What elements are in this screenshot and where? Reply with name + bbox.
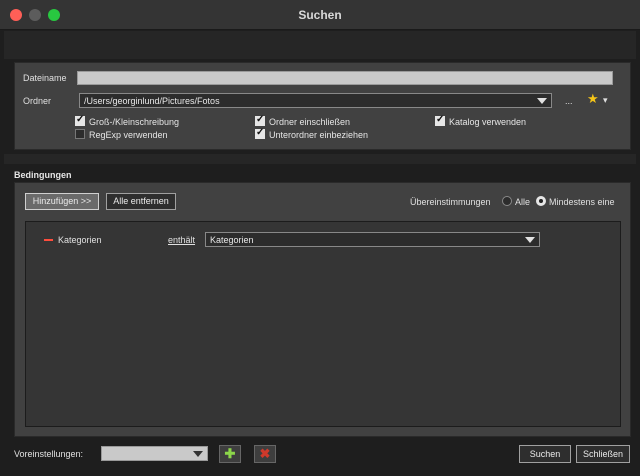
- match-label: Übereinstimmungen: [410, 197, 491, 207]
- case-sensitive-checkbox[interactable]: [75, 114, 85, 126]
- folder-select-value: /Users/georginlund/Pictures/Fotos: [84, 96, 220, 106]
- remove-all-button[interactable]: Alle entfernen: [106, 193, 176, 210]
- folder-select[interactable]: /Users/georginlund/Pictures/Fotos: [79, 93, 552, 108]
- folder-label: Ordner: [23, 96, 52, 106]
- presets-label: Voreinstellungen:: [14, 449, 84, 459]
- presets-select[interactable]: [101, 446, 208, 461]
- include-subfolders-checkbox[interactable]: [255, 127, 265, 139]
- condition-operator[interactable]: enthält: [168, 235, 195, 245]
- include-folders-label: Ordner einschließen: [269, 117, 351, 127]
- chevron-down-icon: [537, 98, 547, 104]
- window-title: Suchen: [298, 8, 342, 22]
- plus-icon: ✚: [224, 446, 236, 461]
- filename-input[interactable]: [77, 71, 613, 85]
- conditions-panel: Hinzufügen >> Alle entfernen Übereinstim…: [14, 182, 631, 437]
- toolbar-area: [4, 31, 636, 59]
- divider: [4, 154, 636, 164]
- close-button[interactable]: Schließen: [576, 445, 630, 463]
- x-icon: ✖: [259, 446, 271, 461]
- conditions-title: Bedingungen: [14, 170, 72, 180]
- condition-field[interactable]: Kategorien: [58, 235, 102, 245]
- match-all-label: Alle: [515, 197, 531, 207]
- include-folders-checkbox[interactable]: [255, 114, 265, 126]
- use-catalog-label: Katalog verwenden: [449, 117, 527, 127]
- chevron-down-icon: [193, 451, 203, 457]
- search-button[interactable]: Suchen: [519, 445, 571, 463]
- conditions-list: Kategorien enthält Kategorien: [25, 221, 621, 427]
- search-criteria-panel: Dateiname Ordner /Users/georginlund/Pict…: [14, 62, 631, 150]
- match-any-radio[interactable]: [536, 196, 546, 206]
- regexp-label: RegExp verwenden: [89, 130, 168, 140]
- chevron-down-icon: [525, 237, 535, 243]
- browse-folder-button[interactable]: ...: [565, 96, 573, 106]
- star-icon[interactable]: ★: [587, 91, 599, 107]
- condition-value-select[interactable]: Kategorien: [205, 232, 540, 247]
- include-subfolders-label: Unterordner einbeziehen: [269, 130, 369, 140]
- add-preset-button[interactable]: ✚: [219, 445, 241, 463]
- delete-preset-button[interactable]: ✖: [254, 445, 276, 463]
- add-condition-button[interactable]: Hinzufügen >>: [25, 193, 99, 210]
- use-catalog-checkbox[interactable]: [435, 114, 445, 126]
- favorites-chevron-icon[interactable]: ▾: [603, 95, 608, 106]
- match-all-radio[interactable]: [502, 196, 512, 206]
- title-bar: Suchen: [0, 0, 640, 30]
- footer-bar: Voreinstellungen: ✚ ✖ Suchen Schließen: [0, 440, 640, 476]
- remove-condition-icon[interactable]: [44, 239, 53, 241]
- match-any-label: Mindestens eine: [549, 197, 615, 207]
- case-sensitive-label: Groß-/Kleinschreibung: [89, 117, 180, 127]
- condition-value: Kategorien: [210, 235, 254, 245]
- regexp-checkbox[interactable]: [75, 129, 85, 139]
- filename-label: Dateiname: [23, 73, 67, 83]
